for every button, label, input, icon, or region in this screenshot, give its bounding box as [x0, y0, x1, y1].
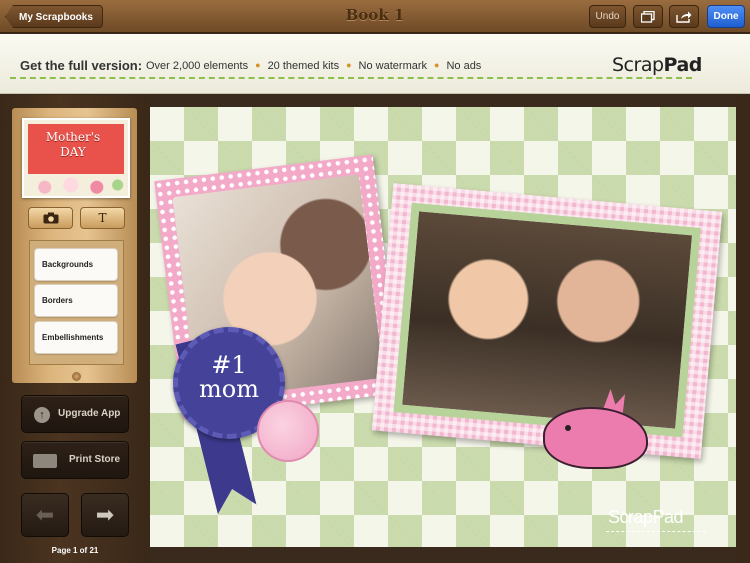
kit-thumbnail[interactable]: Mother's DAY [22, 118, 130, 198]
page-indicator: Page 1 of 21 [51, 546, 99, 555]
undo-button[interactable]: Undo [589, 5, 626, 28]
rosette-line: mom [199, 375, 259, 403]
flowers-decoration [24, 174, 128, 196]
promo-divider [10, 77, 692, 79]
arrow-right-icon: ➡ [95, 502, 115, 527]
rosette-line: #1 [211, 351, 247, 379]
upgrade-promo-banner[interactable]: Get the full version: Over 2,000 element… [0, 34, 750, 94]
watermark-underline [606, 531, 706, 532]
camera-icon [43, 212, 58, 224]
previous-page-button[interactable]: ⬅ [21, 493, 69, 537]
pink-button-embellishment[interactable] [257, 400, 319, 462]
promo-heading: Get the full version: [20, 58, 143, 73]
arrow-left-icon: ⬅ [35, 502, 55, 527]
right-border [736, 95, 750, 563]
share-icon [676, 11, 692, 23]
print-store-button[interactable]: Print Store [21, 441, 129, 479]
promo-feature: 20 themed kits [267, 60, 340, 72]
rosette-text: #1 mom [173, 353, 285, 401]
promo-feature-list: Over 2,000 elements ● 20 themed kits ● N… [146, 60, 481, 72]
pink-bird-embellishment[interactable] [543, 389, 648, 469]
arrow-up-icon: ↑ [34, 407, 50, 423]
logo-text-light: Scrap [612, 54, 664, 76]
watermark: ScrapPad [608, 507, 684, 527]
pages-button[interactable] [633, 5, 663, 28]
pages-icon [640, 10, 655, 23]
top-bar: My Scrapbooks Book 1 Undo Done [0, 0, 750, 33]
done-button[interactable]: Done [707, 5, 745, 28]
backgrounds-button[interactable]: Backgrounds [34, 248, 118, 281]
next-page-button[interactable]: ➡ [81, 493, 129, 537]
logo-text-bold: Pad [663, 54, 703, 76]
drawer-knob [72, 372, 81, 381]
borders-button[interactable]: Borders [34, 284, 118, 317]
promo-feature: No watermark [358, 60, 428, 72]
share-button[interactable] [669, 5, 699, 28]
bullet-icon: ● [255, 60, 261, 70]
add-photo-button[interactable] [28, 207, 73, 229]
bullet-icon: ● [346, 60, 352, 70]
upgrade-app-button[interactable]: ↑ Upgrade App [21, 395, 129, 433]
bird-body [543, 407, 648, 469]
scrapbook-page-canvas[interactable]: #1 mom ScrapPad [150, 107, 736, 547]
thumbnail-title-line: Mother's [45, 130, 101, 144]
thumbnail-title: Mother's DAY [38, 130, 108, 160]
embellishments-button[interactable]: Embellishments [34, 321, 118, 354]
upgrade-app-label: Upgrade App [58, 408, 121, 419]
bird-eye [565, 425, 571, 431]
promo-feature: Over 2,000 elements [146, 60, 249, 72]
bullet-icon: ● [434, 60, 440, 70]
scrappad-logo: ScrapPad [612, 54, 702, 76]
print-store-label: Print Store [69, 454, 121, 465]
add-text-button[interactable]: T [80, 207, 125, 229]
thumbnail-title-line: DAY [60, 145, 86, 159]
promo-feature: No ads [446, 60, 482, 72]
book-icon [33, 454, 57, 468]
